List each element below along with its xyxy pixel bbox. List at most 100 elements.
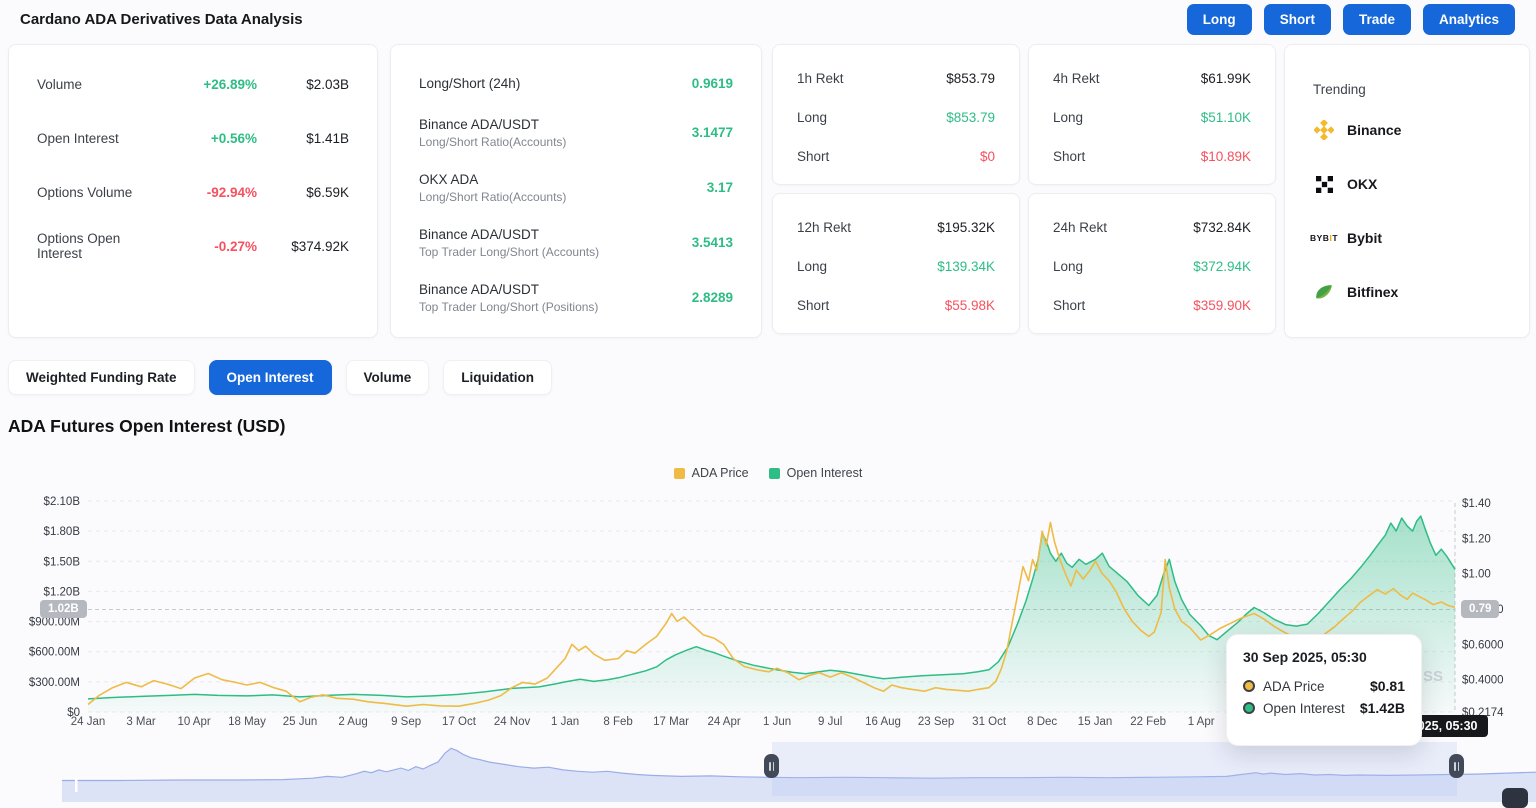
rekt-card-12h: 12h Rekt $195.32K Long $139.34K Short $55.9… (772, 193, 1020, 334)
svg-text:18 May: 18 May (228, 716, 266, 728)
svg-text:22 Feb: 22 Feb (1130, 716, 1166, 728)
crosshair-left-badge: 1.02B (40, 600, 87, 618)
svg-text:3 Mar: 3 Mar (126, 716, 156, 728)
legend-label: ADA Price (691, 466, 749, 480)
crosshair-right-badge: 0.79 (1461, 600, 1500, 618)
svg-text:$1.80B: $1.80B (44, 526, 81, 538)
trending-item-label: OKX (1347, 176, 1378, 192)
rekt-short-label: Short (797, 149, 830, 164)
trending-card: Trending Binance OKX BYBIT Bybit Bitfine… (1284, 44, 1530, 338)
rekt-long-value: $372.94K (1193, 259, 1251, 274)
tooltip-value: $0.81 (1369, 678, 1405, 694)
trending-item-label: Binance (1347, 122, 1402, 138)
rekt-title: 12h Rekt (797, 220, 852, 235)
trending-item-binance[interactable]: Binance (1313, 103, 1501, 157)
tab-liquidation[interactable]: Liquidation (443, 360, 553, 395)
stat-change: -0.27% (214, 238, 257, 254)
watermark: SS (1423, 668, 1444, 685)
tooltip-label: Open Interest (1263, 700, 1345, 716)
svg-text:17 Oct: 17 Oct (442, 716, 477, 728)
svg-text:9 Jul: 9 Jul (818, 716, 842, 728)
svg-text:25 Jun: 25 Jun (283, 716, 318, 728)
svg-text:$300.00M: $300.00M (29, 677, 80, 689)
trending-item-okx[interactable]: OKX (1313, 157, 1501, 211)
ratio-value: 3.5413 (691, 235, 733, 250)
trending-item-bitfinex[interactable]: Bitfinex (1313, 265, 1501, 319)
stat-change: +26.89% (203, 76, 257, 92)
ratio-sublabel: Long/Short Ratio(Accounts) (419, 134, 567, 149)
rekt-card-4h: 4h Rekt $61.99K Long $51.10K Short $10.89K (1028, 44, 1276, 185)
svg-text:16 Aug: 16 Aug (865, 716, 901, 728)
okx-icon (1313, 175, 1335, 193)
svg-text:31 Oct: 31 Oct (972, 716, 1007, 728)
svg-text:24 Jan: 24 Jan (71, 716, 106, 728)
long-button[interactable]: Long (1186, 4, 1252, 35)
rekt-short-value: $359.90K (1193, 298, 1251, 313)
stat-row-options-volume: Options Volume -92.94% $6.59K (37, 165, 349, 219)
trending-item-bybit[interactable]: BYBIT Bybit (1309, 211, 1501, 265)
ratio-sublabel: Long/Short Ratio(Accounts) (419, 189, 567, 204)
svg-text:$1.20: $1.20 (1462, 533, 1491, 545)
rekt-total: $61.99K (1200, 71, 1251, 86)
stat-row-open-interest: Open Interest +0.56% $1.41B (37, 111, 349, 165)
stat-value: $1.41B (306, 130, 349, 146)
floating-widget-icon[interactable] (1502, 788, 1528, 808)
ratio-sublabel: Top Trader Long/Short (Positions) (419, 299, 599, 314)
tab-volume[interactable]: Volume (345, 360, 430, 395)
rekt-short-label: Short (1053, 298, 1086, 313)
trending-item-label: Bitfinex (1347, 284, 1399, 300)
rekt-short-label: Short (797, 298, 830, 313)
tab-weighted-funding-rate[interactable]: Weighted Funding Rate (8, 360, 195, 395)
navigator-right-handle-icon[interactable] (1449, 754, 1464, 778)
rekt-total: $732.84K (1193, 220, 1251, 235)
rekt-title: 1h Rekt (797, 71, 844, 86)
svg-text:$1.20B: $1.20B (44, 586, 81, 598)
tooltip-row-ada-price: ADA Price $0.81 (1243, 678, 1405, 694)
svg-text:$1.00: $1.00 (1462, 569, 1491, 581)
rekt-long-label: Long (1053, 259, 1084, 274)
rekt-short-value: $0 (979, 149, 995, 164)
legend-item-ada-price[interactable]: ADA Price (673, 466, 749, 480)
ratio-row: Binance ADA/USDT Top Trader Long/Short (… (419, 270, 733, 325)
stat-value: $6.59K (306, 184, 349, 200)
page-title: Cardano ADA Derivatives Data Analysis (20, 11, 303, 28)
rekt-short-value: $10.89K (1200, 149, 1251, 164)
chart-tooltip: 30 Sep 2025, 05:30 ADA Price $0.81 Open … (1226, 634, 1422, 746)
ratio-value: 0.9619 (691, 75, 733, 91)
rekt-total: $195.32K (937, 220, 995, 235)
stat-change: +0.56% (210, 130, 257, 146)
tooltip-row-open-interest: Open Interest $1.42B (1243, 700, 1405, 716)
svg-text:1 Apr: 1 Apr (1188, 716, 1215, 728)
svg-text:15 Jan: 15 Jan (1078, 716, 1113, 728)
chart-section-title: ADA Futures Open Interest (USD) (8, 416, 286, 436)
rekt-card-24h: 24h Rekt $732.84K Long $372.94K Short $359.… (1028, 193, 1276, 334)
navigator-selection[interactable] (772, 742, 1457, 796)
ratio-row: Long/Short (24h) 0.9619 (419, 61, 733, 105)
ratio-row: Binance ADA/USDT Top Trader Long/Short (… (419, 215, 733, 270)
short-button[interactable]: Short (1263, 4, 1331, 35)
trade-button[interactable]: Trade (1342, 4, 1411, 35)
stat-label: Options Volume (37, 184, 133, 200)
svg-text:$1.50B: $1.50B (44, 556, 81, 568)
svg-text:$600.00M: $600.00M (29, 647, 80, 659)
legend-item-open-interest[interactable]: Open Interest (768, 466, 862, 480)
stat-label: Volume (37, 76, 83, 92)
rekt-total: $853.79 (946, 71, 995, 86)
svg-text:24 Apr: 24 Apr (707, 716, 740, 728)
tab-open-interest[interactable]: Open Interest (208, 360, 332, 395)
ratio-value: 3.1477 (691, 125, 733, 140)
svg-text:2 Aug: 2 Aug (338, 716, 367, 728)
trending-title: Trending (1313, 81, 1366, 97)
svg-text:8 Feb: 8 Feb (603, 716, 632, 728)
ratio-label: Binance ADA/USDT (419, 116, 540, 132)
navigator-left-handle-icon[interactable] (764, 754, 779, 778)
rekt-card-1h: 1h Rekt $853.79 Long $853.79 Short $0 (772, 44, 1020, 185)
stat-value: $2.03B (306, 76, 349, 92)
chart-tabs: Weighted Funding Rate Open Interest Volu… (8, 360, 553, 395)
analytics-button[interactable]: Analytics (1422, 4, 1515, 35)
bybit-icon: BYBIT (1309, 233, 1339, 243)
svg-text:10 Apr: 10 Apr (177, 716, 210, 728)
bitfinex-icon (1313, 281, 1335, 303)
svg-text:$0.6000: $0.6000 (1462, 639, 1504, 651)
svg-text:24 Nov: 24 Nov (494, 716, 531, 728)
